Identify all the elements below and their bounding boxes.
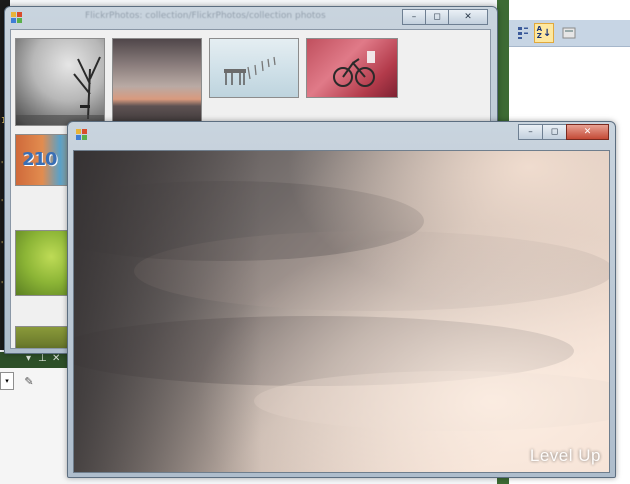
- eraser-icon[interactable]: ✎: [20, 372, 38, 390]
- caption-buttons: – ◻ ✕: [518, 124, 609, 140]
- thumbnail-red-room[interactable]: [306, 38, 398, 98]
- maximize-button[interactable]: ◻: [542, 124, 567, 140]
- properties-toolbar: A Z ↓: [509, 20, 630, 47]
- gutter-mark: ': [1, 240, 4, 249]
- property-pages-icon[interactable]: [559, 23, 579, 43]
- close-button[interactable]: ✕: [566, 124, 609, 140]
- pin-icon[interactable]: ⊥: [38, 353, 47, 364]
- minimize-button[interactable]: –: [402, 9, 426, 25]
- thumbnail-pier[interactable]: [209, 38, 299, 98]
- sort-arrow-icon: ↓: [543, 27, 552, 39]
- app-icon: [76, 129, 88, 141]
- watermark-text: Level Up: [529, 446, 601, 465]
- minimize-button[interactable]: –: [518, 124, 543, 140]
- gutter-mark: ': [1, 160, 4, 169]
- gutter-mark: ': [1, 280, 4, 289]
- thumbnail-foggy-park[interactable]: [15, 38, 105, 126]
- az-sort-icon: A Z: [536, 25, 543, 40]
- app-icon: [11, 12, 23, 24]
- toolbox-combo[interactable]: ▾: [0, 372, 14, 390]
- alphabetical-sort-button[interactable]: A Z ↓: [534, 23, 554, 43]
- gutter-mark: ': [1, 198, 4, 207]
- maximize-button[interactable]: ◻: [425, 9, 449, 25]
- graffiti-lettering: 210: [22, 149, 58, 170]
- window-title: FlickrPhotos: collection/FlickrPhotos/co…: [85, 11, 326, 21]
- image-viewer-window: – ◻ ✕ Level Up: [67, 121, 616, 478]
- cloudy-sky-image: [74, 151, 609, 472]
- caption-buttons: – ◻ ✕: [402, 9, 488, 25]
- categorized-icon[interactable]: [513, 23, 533, 43]
- bicycle-icon: [333, 51, 375, 87]
- pier-icon: [224, 56, 276, 85]
- dropdown-icon[interactable]: ▾: [26, 353, 31, 364]
- close-button[interactable]: ✕: [448, 9, 488, 25]
- thumbnail-city-sunset[interactable]: [112, 38, 202, 126]
- tree-silhouette-icon: [16, 56, 104, 125]
- close-icon[interactable]: ✕: [52, 353, 60, 364]
- full-image-view: Level Up: [73, 150, 610, 473]
- toolbox-panel-header: ▾ ⊥ ✕: [0, 352, 70, 368]
